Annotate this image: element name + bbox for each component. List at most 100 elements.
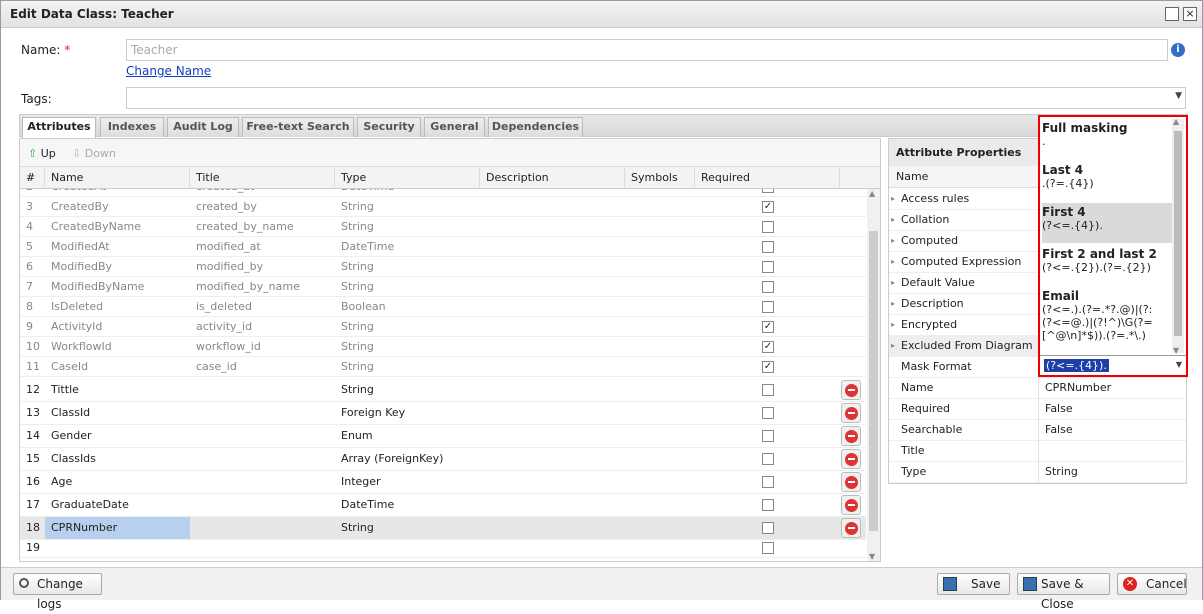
expand-icon[interactable]: ▸ <box>891 336 895 356</box>
table-row[interactable]: 3 CreatedBy created_by String ✓ <box>20 197 866 217</box>
cell-type[interactable]: DateTime <box>335 237 480 256</box>
tab-general[interactable]: General <box>424 117 485 137</box>
required-checkbox[interactable] <box>762 541 774 554</box>
cell-title[interactable]: case_id <box>190 357 335 376</box>
scroll-down-icon[interactable]: ▼ <box>1173 346 1179 355</box>
tab-indexes[interactable]: Indexes <box>100 117 164 137</box>
scroll-thumb[interactable] <box>869 231 878 531</box>
col-number[interactable]: # <box>20 167 45 189</box>
required-checkbox[interactable] <box>762 499 774 511</box>
required-checkbox[interactable]: ✓ <box>762 189 774 193</box>
property-row[interactable]: Required False <box>889 399 1186 420</box>
mask-format-dropdown[interactable]: ▲ ▼ Full masking. Last 4 .(?=.{4}) First … <box>1038 115 1188 377</box>
table-row[interactable]: 15 ClassIds Array (ForeignKey) <box>20 448 866 471</box>
cell-type[interactable]: Enum <box>335 425 480 447</box>
col-name[interactable]: Name <box>45 167 190 189</box>
cell-name[interactable]: CreatedAt <box>45 189 190 196</box>
required-checkbox[interactable] <box>762 240 774 253</box>
cell-name[interactable]: WorkflowId <box>45 337 190 356</box>
delete-row-button[interactable] <box>841 403 861 423</box>
table-row[interactable]: 2CreatedAtcreated_atDateTime ✓ <box>20 189 866 197</box>
property-value[interactable]: String <box>1045 462 1078 482</box>
cell-type[interactable]: String <box>335 257 480 276</box>
cell-type[interactable]: DateTime <box>335 494 480 516</box>
row-number[interactable]: 3 <box>26 197 46 216</box>
cell-type[interactable]: String <box>335 379 480 401</box>
change-logs-button[interactable]: Change logs <box>13 573 102 611</box>
table-row[interactable]: 10 WorkflowId workflow_id String ✓ <box>20 337 866 357</box>
cell-title[interactable]: created_by <box>190 197 335 216</box>
cell-name[interactable]: Age <box>45 471 190 493</box>
table-row[interactable]: 8 IsDeleted is_deleted Boolean <box>20 297 866 317</box>
info-icon[interactable]: i <box>1171 43 1185 57</box>
cell-type[interactable]: String <box>335 217 480 236</box>
table-row[interactable]: 13 ClassId Foreign Key <box>20 402 866 425</box>
delete-row-button[interactable] <box>841 449 861 469</box>
cancel-button[interactable]: ✕ Cancel <box>1117 573 1187 595</box>
cell-title[interactable]: created_by_name <box>190 217 335 236</box>
cell-type[interactable]: String <box>335 277 480 296</box>
cell-type[interactable]: String <box>335 337 480 356</box>
table-row[interactable]: 16 Age Integer <box>20 471 866 494</box>
table-row[interactable]: 4 CreatedByName created_by_name String <box>20 217 866 237</box>
tab-free-text-search[interactable]: Free-text Search <box>242 117 354 137</box>
required-checkbox[interactable] <box>762 522 774 534</box>
cell-name[interactable]: CreatedByName <box>45 217 190 236</box>
cell-type[interactable]: String <box>335 197 480 216</box>
table-row[interactable]: 17 GraduateDate DateTime <box>20 494 866 517</box>
scroll-thumb[interactable] <box>1174 131 1182 336</box>
scroll-up-icon[interactable]: ▲ <box>1173 117 1179 126</box>
row-number[interactable]: 13 <box>26 402 46 424</box>
cell-type[interactable]: Array (ForeignKey) <box>335 448 480 470</box>
dropdown-scrollbar[interactable]: ▲ ▼ <box>1172 117 1184 355</box>
grid-scrollbar[interactable]: ▲ ▼ <box>867 189 880 561</box>
cell-title[interactable]: created_at <box>190 189 335 196</box>
row-number[interactable]: 14 <box>26 425 46 447</box>
cell-type[interactable]: Boolean <box>335 297 480 316</box>
property-row[interactable]: Name CPRNumber <box>889 378 1186 399</box>
cell-title[interactable]: is_deleted <box>190 297 335 316</box>
mask-option-first-2-last-2[interactable]: First 2 and last 2 (?<=.{2}).(?=.{2}) <box>1042 247 1172 287</box>
cell-name[interactable]: ClassId <box>45 402 190 424</box>
table-row[interactable]: 12 Tittle String <box>20 379 866 402</box>
col-title[interactable]: Title <box>190 167 335 189</box>
cell-title[interactable]: activity_id <box>190 317 335 336</box>
cell-title[interactable]: workflow_id <box>190 337 335 356</box>
cell-type[interactable]: String <box>335 357 480 376</box>
cell-name[interactable]: ModifiedBy <box>45 257 190 276</box>
chevron-down-icon[interactable]: ▼ <box>1176 360 1182 369</box>
up-button[interactable]: ⇧ Up <box>28 147 56 160</box>
delete-row-button[interactable] <box>841 518 861 538</box>
row-number[interactable]: 4 <box>26 217 46 236</box>
property-value[interactable]: False <box>1045 399 1073 419</box>
close-icon[interactable]: × <box>1183 7 1197 21</box>
required-checkbox[interactable] <box>762 384 774 396</box>
row-number[interactable]: 8 <box>26 297 46 316</box>
cell-name[interactable]: ModifiedAt <box>45 237 190 256</box>
required-checkbox[interactable] <box>762 220 774 233</box>
row-number[interactable]: 15 <box>26 448 46 470</box>
cell-type[interactable]: String <box>335 317 480 336</box>
required-checkbox[interactable]: ✓ <box>762 320 774 333</box>
required-checkbox[interactable]: ✓ <box>762 360 774 373</box>
table-row[interactable]: 9 ActivityId activity_id String ✓ <box>20 317 866 337</box>
cell-title[interactable]: modified_at <box>190 237 335 256</box>
row-number[interactable]: 10 <box>26 337 46 356</box>
expand-icon[interactable]: ▸ <box>891 231 895 251</box>
required-checkbox[interactable] <box>762 453 774 465</box>
expand-icon[interactable]: ▸ <box>891 189 895 209</box>
row-number[interactable]: 5 <box>26 237 46 256</box>
table-row[interactable]: 19 <box>20 538 866 558</box>
table-row[interactable]: 6 ModifiedBy modified_by String <box>20 257 866 277</box>
row-number[interactable]: 11 <box>26 357 46 376</box>
mask-option-email[interactable]: Email (?<=.).(?=.*?.@)|(?: (?<=@.)|(?!^)\G… <box>1042 289 1172 355</box>
cell-type[interactable]: Integer <box>335 471 480 493</box>
expand-icon[interactable]: ▸ <box>891 315 895 335</box>
delete-row-button[interactable] <box>841 495 861 515</box>
row-number[interactable]: 12 <box>26 379 46 401</box>
save-button[interactable]: Save <box>937 573 1010 595</box>
property-row[interactable]: Searchable False <box>889 420 1186 441</box>
tags-input[interactable]: ▼ <box>126 87 1186 109</box>
cell-name[interactable]: ModifiedByName <box>45 277 190 296</box>
row-number[interactable]: 9 <box>26 317 46 336</box>
